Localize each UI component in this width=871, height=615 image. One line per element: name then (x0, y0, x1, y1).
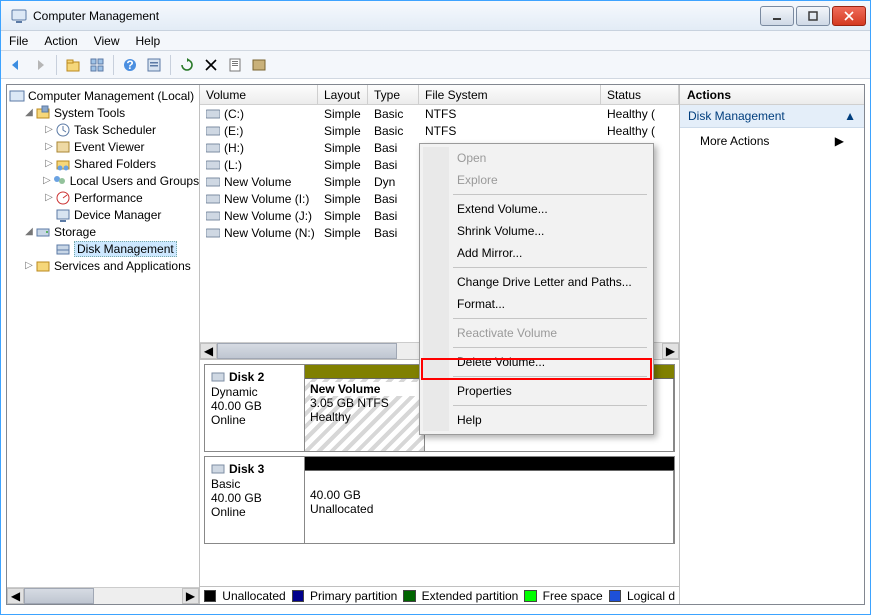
tree-hscrollbar[interactable]: ◀ ▶ (7, 587, 199, 604)
chevron-right-icon: ▶ (835, 134, 844, 148)
tree-pane: Computer Management (Local) ◢System Tool… (7, 85, 200, 604)
tree-root[interactable]: Computer Management (Local) (9, 87, 199, 104)
legend: Unallocated Primary partition Extended p… (200, 586, 679, 604)
ctx-format[interactable]: Format... (423, 293, 650, 315)
ctx-properties[interactable]: Properties (423, 380, 650, 402)
svg-text:?: ? (126, 58, 133, 72)
menubar: File Action View Help (1, 31, 870, 51)
actions-section[interactable]: Disk Management ▲ (680, 105, 864, 128)
window-controls (760, 6, 866, 26)
col-filesystem[interactable]: File System (419, 85, 601, 104)
menu-help[interactable]: Help (136, 34, 161, 48)
menu-view[interactable]: View (94, 34, 120, 48)
disk-info: Disk 2 Dynamic 40.00 GB Online (205, 365, 305, 451)
toolbar-up-icon[interactable] (62, 54, 84, 76)
volume-row[interactable]: (C:)SimpleBasicNTFSHealthy ( (200, 105, 679, 122)
refresh-icon[interactable] (176, 54, 198, 76)
legend-primary: Primary partition (310, 589, 397, 603)
tree-performance[interactable]: ▷Performance (9, 189, 199, 206)
legend-free: Free space (543, 589, 603, 603)
menu-action[interactable]: Action (44, 34, 77, 48)
tree-services-apps[interactable]: ▷Services and Applications (9, 257, 199, 274)
actions-header: Actions (680, 85, 864, 105)
help-icon[interactable]: ? (119, 54, 141, 76)
minimize-button[interactable] (760, 6, 794, 26)
toolbar-extra-icon[interactable] (248, 54, 270, 76)
ctx-change-drive-letter[interactable]: Change Drive Letter and Paths... (423, 271, 650, 293)
actions-pane: Actions Disk Management ▲ More Actions▶ (680, 85, 864, 604)
window-title: Computer Management (33, 9, 760, 23)
ctx-add-mirror[interactable]: Add Mirror... (423, 242, 650, 264)
scroll-left-icon[interactable]: ◀ (7, 588, 24, 604)
col-status[interactable]: Status (601, 85, 679, 104)
tree-event-viewer[interactable]: ▷Event Viewer (9, 138, 199, 155)
tree-local-users[interactable]: ▷Local Users and Groups (9, 172, 199, 189)
volume-row[interactable]: (E:)SimpleBasicNTFSHealthy ( (200, 122, 679, 139)
col-layout[interactable]: Layout (318, 85, 368, 104)
disk-row-3[interactable]: Disk 3 Basic 40.00 GB Online 40.00 GB Un… (204, 456, 675, 544)
col-volume[interactable]: Volume (200, 85, 318, 104)
tree-storage[interactable]: ◢Storage (9, 223, 199, 240)
tree-system-tools[interactable]: ◢System Tools (9, 104, 199, 121)
grid-header: Volume Layout Type File System Status (200, 85, 679, 105)
nav-back-button[interactable] (5, 54, 27, 76)
ctx-extend-volume[interactable]: Extend Volume... (423, 198, 650, 220)
actions-more[interactable]: More Actions▶ (680, 128, 864, 154)
scroll-right-icon[interactable]: ▶ (662, 343, 679, 359)
maximize-button[interactable] (796, 6, 830, 26)
menu-file[interactable]: File (9, 34, 28, 48)
partition-new-volume[interactable]: New Volume 3.05 GB NTFS Healthy (305, 379, 425, 451)
ctx-shrink-volume[interactable]: Shrink Volume... (423, 220, 650, 242)
toolbar: ? (1, 51, 870, 79)
tree-disk-management[interactable]: ▷Disk Management (9, 240, 199, 257)
nav-forward-button[interactable] (29, 54, 51, 76)
toolbar-settings-icon[interactable] (143, 54, 165, 76)
partition-unallocated[interactable]: 40.00 GB Unallocated (305, 471, 674, 543)
legend-unallocated: Unallocated (222, 589, 285, 603)
ctx-explore: Explore (423, 169, 650, 191)
scroll-right-icon[interactable]: ▶ (182, 588, 199, 604)
scroll-left-icon[interactable]: ◀ (200, 343, 217, 359)
tree-shared-folders[interactable]: ▷Shared Folders (9, 155, 199, 172)
collapse-icon: ▲ (844, 109, 856, 123)
titlebar: Computer Management (1, 1, 870, 31)
tree-device-manager[interactable]: ▷Device Manager (9, 206, 199, 223)
legend-extended: Extended partition (422, 589, 519, 603)
callout-highlight (421, 358, 652, 380)
col-type[interactable]: Type (368, 85, 419, 104)
toolbar-views-icon[interactable] (86, 54, 108, 76)
delete-icon[interactable] (200, 54, 222, 76)
app-icon (11, 8, 27, 24)
close-button[interactable] (832, 6, 866, 26)
properties-icon[interactable] (224, 54, 246, 76)
context-menu: Open Explore Extend Volume... Shrink Vol… (419, 143, 654, 435)
ctx-help[interactable]: Help (423, 409, 650, 431)
ctx-reactivate-volume: Reactivate Volume (423, 322, 650, 344)
legend-logical: Logical d (627, 589, 675, 603)
ctx-open: Open (423, 147, 650, 169)
disk-info: Disk 3 Basic 40.00 GB Online (205, 457, 305, 543)
tree-task-scheduler[interactable]: ▷Task Scheduler (9, 121, 199, 138)
